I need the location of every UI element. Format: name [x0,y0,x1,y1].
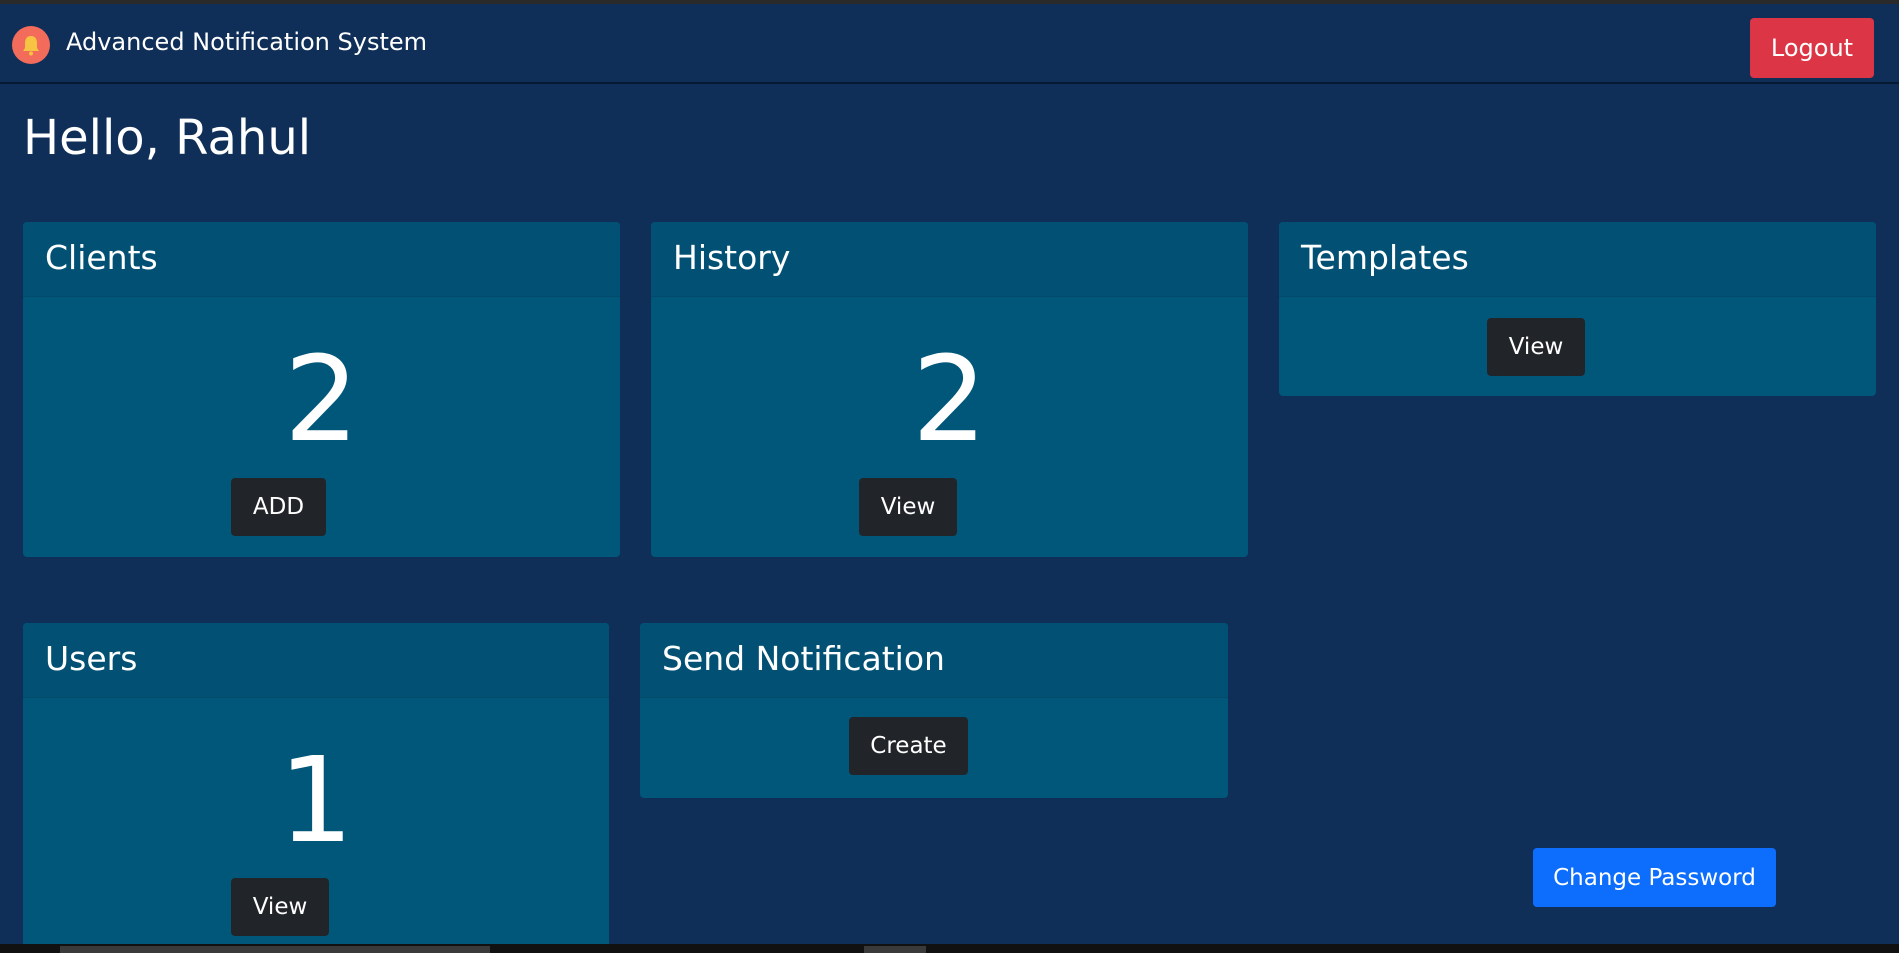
view-templates-button[interactable]: View [1487,318,1585,376]
bell-icon[interactable] [12,26,50,64]
scrollbar-thumb-secondary[interactable] [864,946,926,953]
change-password-button[interactable]: Change Password [1533,848,1776,907]
users-card-header: Users [23,623,609,698]
users-card: Users 1 View [23,623,609,953]
clients-card: Clients 2 ADD [23,222,620,557]
create-notification-button[interactable]: Create [849,717,968,775]
scrollbar-thumb[interactable] [60,946,490,953]
send-notification-card: Send Notification Create [640,623,1228,798]
users-count: 1 [278,731,354,869]
templates-card: Templates View [1279,222,1876,396]
logout-button[interactable]: Logout [1750,18,1874,78]
send-notification-card-header: Send Notification [640,623,1228,698]
templates-card-title: Templates [1301,238,1469,277]
history-count: 2 [911,330,988,468]
add-client-button[interactable]: ADD [231,478,326,536]
templates-card-header: Templates [1279,222,1876,297]
view-users-button[interactable]: View [231,878,329,936]
send-notification-card-title: Send Notification [662,639,945,678]
users-card-title: Users [45,639,138,678]
greeting-heading: Hello, Rahul [23,110,312,166]
bell-glyph [23,36,39,56]
view-history-button[interactable]: View [859,478,957,536]
navbar: Advanced Notification System Logout [0,4,1899,84]
history-card-header: History [651,222,1248,297]
app-title[interactable]: Advanced Notification System [66,28,427,56]
clients-card-title: Clients [45,238,158,277]
history-card-title: History [673,238,791,277]
clients-count: 2 [283,330,360,468]
clients-card-header: Clients [23,222,620,297]
history-card: History 2 View [651,222,1248,557]
